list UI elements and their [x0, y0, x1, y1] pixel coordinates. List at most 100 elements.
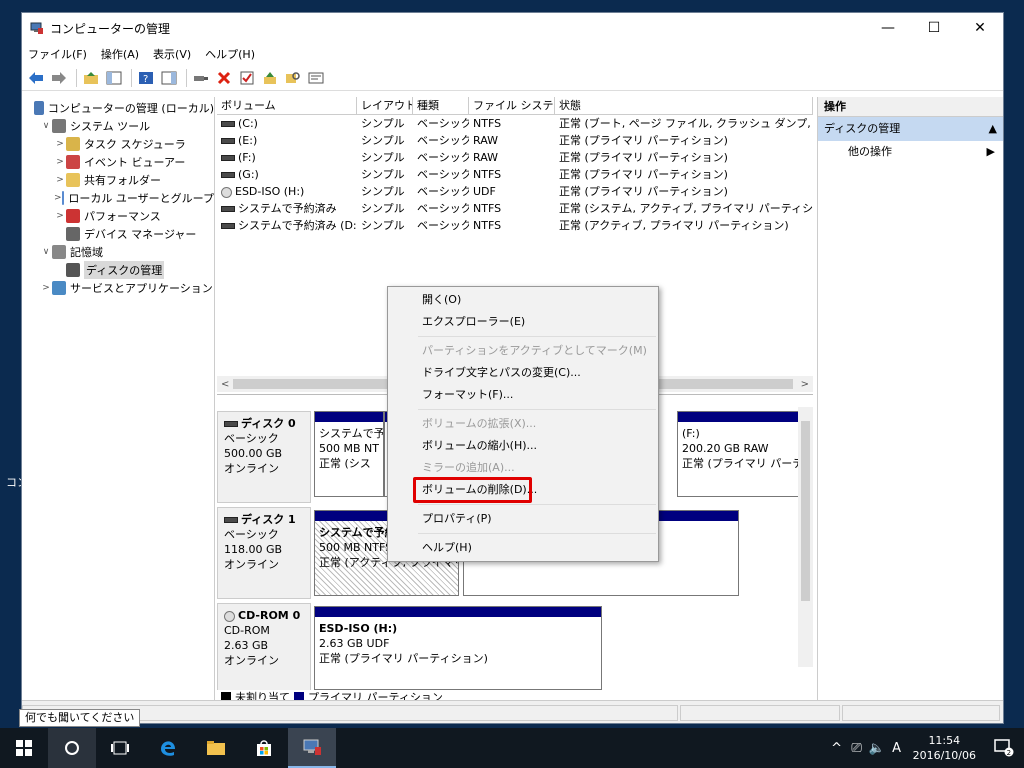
- volume-row[interactable]: (E:) シンプル ベーシック RAW 正常 (プライマリ パーティション): [217, 132, 813, 149]
- collapse-arrow-icon[interactable]: ▲: [989, 117, 997, 141]
- file-explorer-button[interactable]: [192, 728, 240, 768]
- checklist-icon[interactable]: [237, 68, 257, 88]
- collapsed-arrow-icon[interactable]: >: [54, 139, 66, 149]
- upload-icon[interactable]: [260, 68, 280, 88]
- status-segment: [680, 705, 840, 721]
- volume-row[interactable]: (F:) シンプル ベーシック RAW 正常 (プライマリ パーティション): [217, 149, 813, 166]
- volume-list-header: ボリューム レイアウト 種類 ファイル システム 状態: [217, 97, 813, 115]
- collapsed-arrow-icon[interactable]: >: [40, 283, 52, 293]
- collapsed-arrow-icon[interactable]: >: [54, 211, 66, 221]
- tree-item[interactable]: ディスクの管理: [22, 261, 214, 279]
- title-bar[interactable]: コンピューターの管理 — ☐ ✕: [22, 13, 1003, 43]
- start-button[interactable]: [0, 728, 48, 768]
- connect-icon[interactable]: [191, 68, 211, 88]
- column-type[interactable]: 種類: [413, 97, 469, 114]
- action-more-actions[interactable]: 他の操作 ▶: [818, 141, 1003, 163]
- column-volume[interactable]: ボリューム: [217, 97, 357, 114]
- scrollbar-thumb[interactable]: [801, 421, 810, 601]
- show-hidden-icons-chevron-icon[interactable]: ^: [827, 741, 847, 756]
- tree-item[interactable]: > サービスとアプリケーション: [22, 279, 214, 297]
- cortana-search-button[interactable]: [48, 728, 96, 768]
- action-center-button[interactable]: 2: [984, 728, 1024, 768]
- menu-help[interactable]: ヘルプ(H): [205, 46, 255, 62]
- maximize-button[interactable]: ☐: [911, 13, 957, 43]
- tree-item[interactable]: > タスク スケジューラ: [22, 135, 214, 153]
- tree-item[interactable]: > イベント ビューアー: [22, 153, 214, 171]
- search-icon[interactable]: [283, 68, 303, 88]
- back-arrow-icon[interactable]: [26, 68, 46, 88]
- context-menu-item[interactable]: ヘルプ(H): [388, 537, 658, 559]
- store-bag-icon: [257, 740, 271, 756]
- volume-row[interactable]: (C:) シンプル ベーシック NTFS 正常 (ブート, ページ ファイル, クラッシ…: [217, 115, 813, 132]
- task-view-button[interactable]: [96, 728, 144, 768]
- status-bar: [22, 700, 1003, 723]
- properties-icon[interactable]: [306, 68, 326, 88]
- column-layout[interactable]: レイアウト: [357, 97, 413, 114]
- tree-item[interactable]: > パフォーマンス: [22, 207, 214, 225]
- partition-disk0-system-reserved[interactable]: システムで予 500 MB NT 正常 (シス: [314, 411, 384, 497]
- help-icon[interactable]: ?: [136, 68, 156, 88]
- collapsed-arrow-icon[interactable]: >: [54, 193, 62, 203]
- context-menu-item: ボリュームの拡張(X)...: [422, 417, 537, 430]
- scroll-left-arrow[interactable]: <: [221, 379, 229, 390]
- context-menu-item[interactable]: フォーマット(F)...: [388, 384, 658, 406]
- show-hide-console-tree-icon[interactable]: [104, 68, 124, 88]
- disk-name: ディスク 1: [224, 512, 304, 527]
- actions-section-disk-management[interactable]: ディスクの管理 ▲: [818, 117, 1003, 141]
- up-folder-icon[interactable]: [81, 68, 101, 88]
- column-filesystem[interactable]: ファイル システム: [469, 97, 555, 114]
- forward-arrow-icon[interactable]: [49, 68, 69, 88]
- menu-file[interactable]: ファイル(F): [28, 46, 87, 62]
- volume-row[interactable]: システムで予約済み シンプル ベーシック NTFS 正常 (システム, アクティブ, プ…: [217, 200, 813, 217]
- close-button[interactable]: ✕: [957, 13, 1003, 43]
- partition-cdrom-h[interactable]: ESD-ISO (H:) 2.63 GB UDF 正常 (プライマリ パーティション…: [314, 606, 602, 690]
- scroll-right-arrow[interactable]: >: [801, 379, 809, 390]
- menu-action[interactable]: 操作(A): [101, 46, 139, 62]
- store-button[interactable]: [240, 728, 288, 768]
- computer-management-taskbar-button[interactable]: [288, 728, 336, 768]
- network-icon[interactable]: ⎚: [847, 741, 867, 756]
- ime-indicator[interactable]: A: [887, 741, 907, 756]
- collapsed-arrow-icon[interactable]: >: [54, 175, 66, 185]
- volume-rows: (C:) シンプル ベーシック NTFS 正常 (ブート, ページ ファイル, クラッシ…: [217, 115, 813, 234]
- tree-item[interactable]: > 共有フォルダー: [22, 171, 214, 189]
- tree-item[interactable]: コンピューターの管理 (ローカル): [22, 99, 214, 117]
- delete-icon[interactable]: [214, 68, 234, 88]
- tree-item[interactable]: デバイス マネージャー: [22, 225, 214, 243]
- context-menu-item[interactable]: プロパティ(P): [388, 508, 658, 530]
- collapsed-arrow-icon[interactable]: >: [54, 157, 66, 167]
- svg-text:?: ?: [143, 74, 148, 85]
- context-menu-item[interactable]: 開く(O): [388, 289, 658, 311]
- disk-view-vertical-scrollbar[interactable]: [798, 407, 813, 667]
- tree-item[interactable]: > ローカル ユーザーとグループ: [22, 189, 214, 207]
- column-status[interactable]: 状態: [555, 97, 813, 114]
- disk-info-1[interactable]: ディスク 1 ベーシック 118.00 GB オンライン: [217, 507, 311, 599]
- menu-view[interactable]: 表示(V): [153, 46, 191, 62]
- disk-info-cdrom[interactable]: CD-ROM 0 CD-ROM 2.63 GB オンライン: [217, 603, 311, 690]
- context-menu-item[interactable]: ドライブ文字とパスの変更(C)...: [388, 362, 658, 384]
- toolbar-separator: [186, 68, 187, 87]
- partition-disk0-f[interactable]: (F:)200.20 GB RAW正常 (プライマリ パーティシ: [677, 411, 809, 497]
- volume-row[interactable]: (G:) シンプル ベーシック NTFS 正常 (プライマリ パーティション): [217, 166, 813, 183]
- volume-icon[interactable]: 🔈: [867, 741, 887, 756]
- minimize-button[interactable]: —: [865, 13, 911, 43]
- volume-row[interactable]: ESD-ISO (H:) シンプル ベーシック UDF 正常 (プライマリ パーティショ…: [217, 183, 813, 200]
- disk-info-0[interactable]: ディスク 0 ベーシック 500.00 GB オンライン: [217, 411, 311, 503]
- show-hide-action-pane-icon[interactable]: [159, 68, 179, 88]
- tree-item[interactable]: ∨ 記憶域: [22, 243, 214, 261]
- expanded-arrow-icon[interactable]: ∨: [40, 247, 52, 257]
- volume-cell: RAW: [473, 134, 498, 147]
- volume-context-menu: 開く(O) エクスプローラー(E) パーティションをアクティブとしてマーク(M) ドラ…: [387, 286, 659, 562]
- tree-item-label: タスク スケジューラ: [84, 138, 186, 151]
- clock[interactable]: 11:54 2016/10/06: [913, 733, 976, 763]
- volume-cell: ベーシック: [417, 134, 469, 147]
- volume-row[interactable]: システムで予約済み (D:) シンプル ベーシック NTFS 正常 (アクティブ, プラ…: [217, 217, 813, 234]
- expanded-arrow-icon[interactable]: ∨: [40, 121, 52, 131]
- context-menu-item[interactable]: エクスプローラー(E): [388, 311, 658, 333]
- context-menu-item[interactable]: ボリュームの縮小(H)...: [388, 435, 658, 457]
- tree-item-label: コンピューターの管理 (ローカル): [47, 102, 214, 115]
- volume-name-cell: システムで予約済み (D:): [217, 217, 357, 234]
- tree-item[interactable]: ∨ システム ツール: [22, 117, 214, 135]
- edge-browser-button[interactable]: [144, 728, 192, 768]
- volume-name: (C:): [238, 117, 258, 130]
